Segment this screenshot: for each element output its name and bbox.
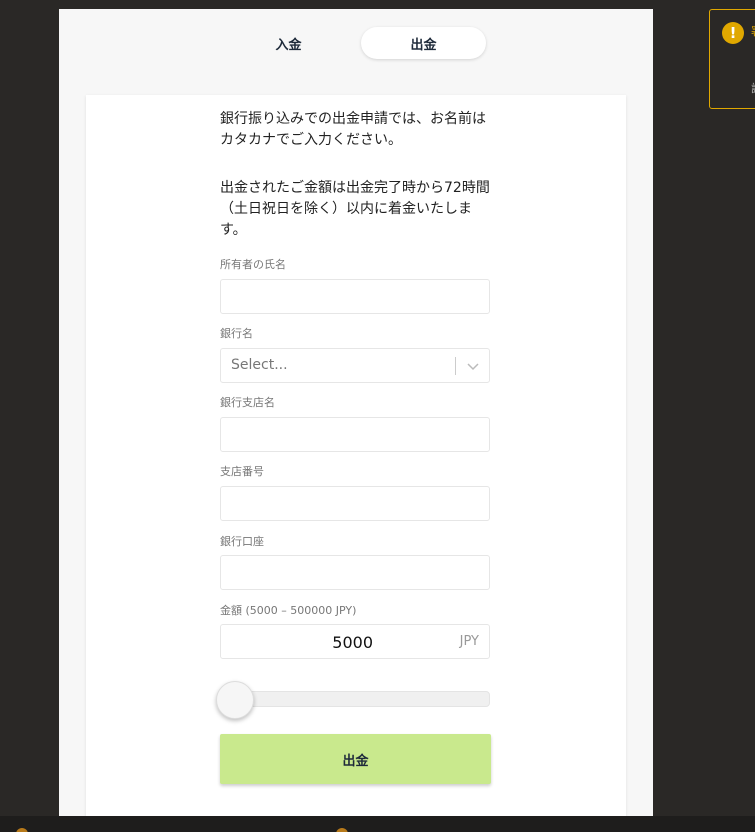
branch-name-input[interactable] <box>220 417 490 452</box>
warning-icon: ! <box>722 22 744 44</box>
notice-box: ! 署 詞 <box>709 9 755 109</box>
bank-name-select[interactable]: Select... <box>220 348 490 383</box>
info-katakana: 銀行振り込みでの出金申請では、お名前はカタカナでご入力ください。 <box>220 111 486 148</box>
notice-text: 署 <box>751 23 755 39</box>
withdraw-form-card: 銀行振り込みでの出金申請では、お名前はカタカナでご入力ください。 出金されたご金… <box>86 95 626 832</box>
bank-name-label: 銀行名 <box>220 327 253 340</box>
amount-slider-thumb[interactable] <box>216 681 254 719</box>
owner-name-label: 所有者の氏名 <box>220 258 286 271</box>
withdraw-panel: 入金 出金 銀行振り込みでの出金申請では、お名前はカタカナでご入力ください。 出… <box>59 9 653 832</box>
select-separator <box>455 357 456 375</box>
bank-account-label: 銀行口座 <box>220 535 264 548</box>
owner-name-input[interactable] <box>220 279 490 314</box>
amount-label: 金額 (5000 – 500000 JPY) <box>220 604 357 617</box>
branch-number-label: 支店番号 <box>220 465 264 478</box>
tab-deposit[interactable]: 入金 <box>226 27 351 59</box>
bank-select-placeholder: Select... <box>231 357 288 373</box>
info-arrival-time: 出金されたご金額は出金完了時から72時間（土日祝日を除く）以内に着金いたします。 <box>220 180 490 238</box>
notice-subtext: 詞 <box>751 80 755 96</box>
branch-name-label: 銀行支店名 <box>220 396 275 409</box>
bank-account-input[interactable] <box>220 555 490 590</box>
branch-number-input[interactable] <box>220 486 490 521</box>
withdraw-submit-button[interactable]: 出金 <box>220 734 491 784</box>
amount-value: 5000 <box>332 633 373 652</box>
tab-withdraw[interactable]: 出金 <box>361 27 486 59</box>
amount-input[interactable]: 5000 JPY <box>220 624 490 659</box>
chevron-down-icon[interactable] <box>465 358 481 374</box>
bottom-bar <box>0 816 755 832</box>
amount-unit: JPY <box>459 634 479 649</box>
amount-slider-track[interactable] <box>220 691 490 707</box>
